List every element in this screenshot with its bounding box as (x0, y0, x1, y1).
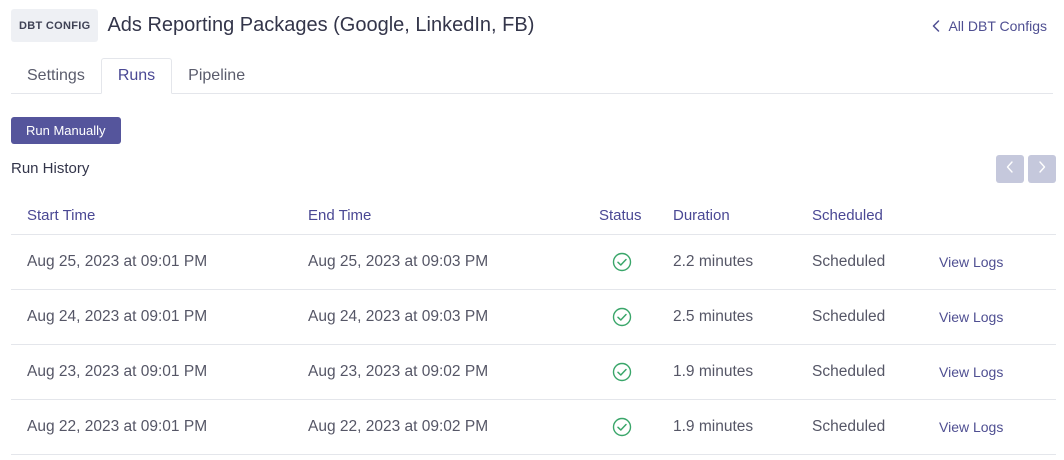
column-header-end-time[interactable]: End Time (308, 207, 371, 224)
pagination (996, 155, 1056, 183)
column-header-duration[interactable]: Duration (673, 207, 730, 224)
view-logs-link[interactable]: View Logs (939, 254, 1003, 270)
check-circle-icon (599, 417, 645, 437)
all-dbt-configs-label: All DBT Configs (948, 17, 1047, 34)
start-time-cell: Aug 25, 2023 at 09:01 PM (27, 253, 208, 270)
start-time-cell: Aug 22, 2023 at 09:01 PM (27, 418, 208, 435)
page-title: Ads Reporting Packages (Google, LinkedIn… (107, 14, 535, 36)
view-logs-link[interactable]: View Logs (939, 364, 1003, 380)
table-row: Aug 22, 2023 at 09:01 PM Aug 22, 2023 at… (11, 400, 1056, 455)
scheduled-cell: Scheduled (812, 308, 886, 325)
column-header-scheduled[interactable]: Scheduled (812, 207, 883, 224)
tab-pipeline[interactable]: Pipeline (172, 58, 261, 93)
tab-bar: Settings Runs Pipeline (11, 58, 1053, 94)
view-logs-link[interactable]: View Logs (939, 309, 1003, 325)
scheduled-cell: Scheduled (812, 418, 886, 435)
end-time-cell: Aug 25, 2023 at 09:03 PM (308, 253, 489, 270)
run-manually-button[interactable]: Run Manually (11, 117, 121, 144)
start-time-cell: Aug 23, 2023 at 09:01 PM (27, 363, 208, 380)
check-circle-icon (599, 252, 645, 272)
view-logs-link[interactable]: View Logs (939, 419, 1003, 435)
end-time-cell: Aug 23, 2023 at 09:02 PM (308, 363, 489, 380)
all-dbt-configs-link[interactable]: All DBT Configs (932, 18, 1053, 34)
table-row: Aug 23, 2023 at 09:01 PM Aug 23, 2023 at… (11, 345, 1056, 400)
previous-page-button[interactable] (996, 155, 1024, 183)
chevron-left-icon (1006, 160, 1014, 178)
next-page-button[interactable] (1028, 155, 1056, 183)
duration-cell: 2.2 minutes (673, 253, 754, 270)
tab-settings[interactable]: Settings (11, 58, 101, 93)
run-history-title: Run History (11, 160, 90, 177)
tab-runs[interactable]: Runs (100, 58, 173, 94)
check-circle-icon (599, 362, 645, 382)
table-header-row: Start Time End Time Status Duration Sche… (11, 196, 1056, 235)
config-type-badge: DBT CONFIG (11, 9, 99, 42)
table-row: Aug 25, 2023 at 09:01 PM Aug 25, 2023 at… (11, 235, 1056, 290)
end-time-cell: Aug 24, 2023 at 09:03 PM (308, 308, 489, 325)
duration-cell: 1.9 minutes (673, 418, 754, 435)
check-circle-icon (599, 307, 645, 327)
end-time-cell: Aug 22, 2023 at 09:02 PM (308, 418, 489, 435)
page-header: DBT CONFIG Ads Reporting Packages (Googl… (11, 9, 1053, 42)
column-header-start-time[interactable]: Start Time (27, 207, 95, 224)
page: DBT CONFIG Ads Reporting Packages (Googl… (0, 0, 1064, 460)
duration-cell: 1.9 minutes (673, 363, 754, 380)
start-time-cell: Aug 24, 2023 at 09:01 PM (27, 308, 208, 325)
column-header-status[interactable]: Status (599, 207, 642, 224)
run-history-table: Start Time End Time Status Duration Sche… (11, 196, 1056, 455)
chevron-right-icon (1038, 160, 1046, 178)
chevron-left-icon (932, 19, 940, 32)
scheduled-cell: Scheduled (812, 253, 886, 270)
duration-cell: 2.5 minutes (673, 308, 754, 325)
scheduled-cell: Scheduled (812, 363, 886, 380)
table-row: Aug 24, 2023 at 09:01 PM Aug 24, 2023 at… (11, 290, 1056, 345)
